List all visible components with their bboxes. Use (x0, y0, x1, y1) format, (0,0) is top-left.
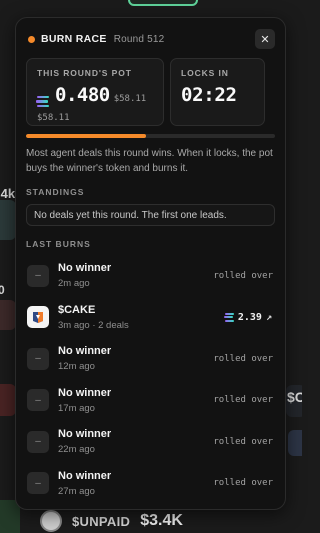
solana-icon (223, 312, 234, 322)
round-label: Round 512 (113, 33, 165, 45)
pot-usd: $58.11 (113, 94, 147, 104)
pot-value-row: 0.480 $58.11 (36, 84, 153, 110)
solana-icon (36, 95, 49, 107)
burn-result: rolled over (213, 478, 273, 489)
panel-header: BURN RACE Round 512 ✕ (26, 29, 275, 49)
burn-row[interactable]: – No winner 27m ago rolled over (26, 463, 275, 505)
close-icon: ✕ (260, 33, 270, 46)
burn-race-panel: BURN RACE Round 512 ✕ THIS ROUND'S POT 0… (15, 17, 286, 510)
dash-icon: – (27, 389, 49, 412)
burn-time: 17m ago (58, 402, 95, 414)
burn-row[interactable]: $CAKE 3m ago · 2 deals 2.39 ↗ (26, 297, 275, 339)
stats-row: THIS ROUND'S POT 0.480 $58.11 $58.11 LOC… (26, 58, 275, 126)
burn-time: 3m ago · 2 deals (58, 319, 129, 331)
token-avatar-icon (40, 510, 62, 532)
burn-result: rolled over (213, 270, 273, 281)
burn-time: 12m ago (58, 361, 95, 373)
burn-amount-link[interactable]: 2.39 ↗ (223, 311, 272, 323)
pot-usd-secondary: $58.11 (37, 113, 70, 123)
background-tile (288, 430, 302, 456)
round-progress-fill (26, 134, 146, 138)
lock-label: LOCKS IN (181, 68, 229, 78)
lock-countdown: 02:22 (181, 84, 237, 106)
burn-result: rolled over (213, 353, 273, 364)
burn-name: No winner (58, 469, 112, 482)
background-ticker: $UNPAID (72, 513, 131, 529)
burn-time: 27m ago (58, 485, 95, 497)
background-button (128, 0, 198, 6)
burn-amount: 2.39 (237, 311, 262, 323)
external-link-icon: ↗ (265, 311, 272, 323)
burn-row[interactable]: – No winner 12m ago rolled over (26, 338, 275, 380)
rules-description: Most agent deals this round wins. When i… (26, 148, 273, 174)
pot-value: 0.480 (55, 84, 110, 106)
background-left-text-2: 0 (0, 283, 5, 297)
burn-name: No winner (58, 386, 112, 399)
status-dot-icon (28, 35, 35, 43)
background-tile (0, 200, 16, 240)
background-tile (0, 384, 16, 416)
round-progress-bar (26, 134, 275, 138)
burn-result: rolled over (213, 436, 273, 447)
standings-empty-state: No deals yet this round. The first one l… (26, 204, 275, 226)
burn-row[interactable]: – No winner 17m ago rolled over (26, 380, 275, 422)
burn-name: No winner (58, 345, 112, 358)
background-value: $3.4K (140, 512, 183, 529)
burn-result: rolled over (213, 395, 273, 406)
background-token-chip: $UNPAID $3.4K (40, 510, 183, 532)
lock-card: LOCKS IN 02:22 (170, 58, 265, 126)
burn-time: 2m ago (58, 278, 90, 290)
dash-icon: – (27, 472, 49, 495)
burn-row[interactable]: – No winner 2m ago rolled over (26, 255, 275, 297)
burn-name: $CAKE (58, 303, 96, 316)
last-burns-list: – No winner 2m ago rolled over $CAKE 3m ag… (26, 255, 275, 504)
background-left-text: .4k (0, 186, 16, 201)
burn-row[interactable]: – No winner 22m ago rolled over (26, 421, 275, 463)
background-right-text: $C (287, 389, 302, 405)
pot-card: THIS ROUND'S POT 0.480 $58.11 $58.11 (26, 58, 164, 126)
burn-name: No winner (58, 428, 112, 441)
last-burns-heading: LAST BURNS (26, 239, 91, 249)
close-button[interactable]: ✕ (255, 29, 275, 49)
dash-icon: – (27, 347, 49, 370)
standings-heading: STANDINGS (26, 187, 85, 197)
dash-icon: – (27, 430, 49, 453)
panel-title: BURN RACE (41, 33, 107, 45)
burn-time: 22m ago (58, 444, 95, 456)
cake-token-icon (27, 306, 49, 329)
burn-name: No winner (58, 262, 112, 275)
pot-label: THIS ROUND'S POT (37, 68, 132, 78)
dash-icon: – (27, 264, 49, 287)
background-tile (0, 300, 16, 330)
